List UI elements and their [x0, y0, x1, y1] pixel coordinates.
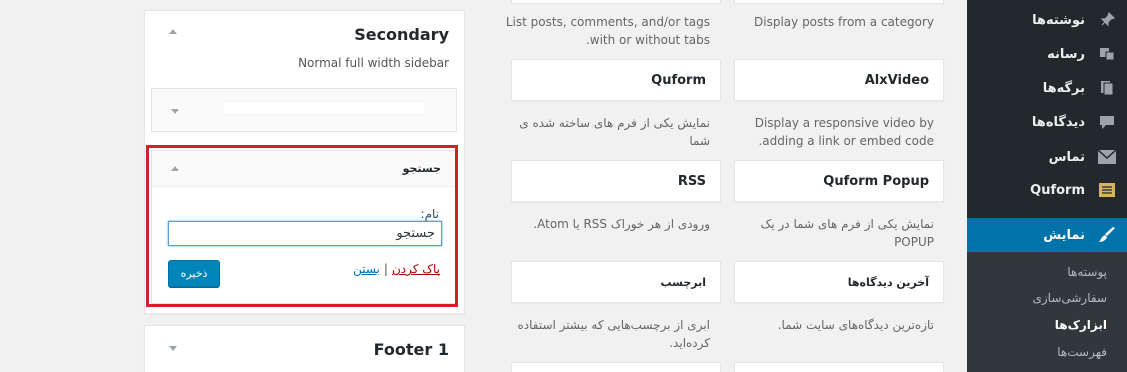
sidebar-footer-1: Footer 1 [144, 325, 465, 372]
menu-item-label: تماس [1048, 149, 1085, 165]
collapse-caret-icon[interactable] [169, 29, 177, 34]
media-icon [1095, 44, 1119, 64]
widget-description: List posts, comments, and/or tags with o… [505, 15, 710, 47]
sidebar-title[interactable]: Footer 1 [374, 340, 449, 359]
widget-description: ورودی از هر خوراک RSS یا Atom. [533, 217, 710, 231]
widget-description: نمایش یکی از فرم های شما در یک POPUP [760, 217, 934, 249]
widget-description: نمایش یکی از فرم های ساخته شده ی شما [519, 116, 710, 148]
submenu-item-customize[interactable]: سفارشی‌سازی [1032, 291, 1107, 305]
widget-card-partial [734, 0, 944, 4]
highlight-box [146, 145, 458, 307]
menu-item-pages[interactable]: برگه‌ها [967, 71, 1127, 105]
widget-description: Display a responsive video by adding a l… [754, 116, 934, 148]
sidebar-description: Normal full width sidebar [298, 56, 449, 70]
menu-item-label: نوشته‌ها [1032, 12, 1085, 28]
widget-description: ابری از برچسب‌هایی که بیشتر استفاده کرده… [517, 318, 710, 350]
appearance-submenu: پوسته‌ها سفارشی‌سازی ابزارک‌ها فهرست‌ها [967, 252, 1127, 372]
widget-alxvideo[interactable]: AlxVideo [734, 59, 944, 101]
expand-caret-icon[interactable] [171, 109, 179, 114]
menu-item-posts[interactable]: نوشته‌ها [967, 3, 1127, 37]
widget-quform[interactable]: Quform [511, 59, 721, 101]
appearance-icon [1095, 225, 1119, 245]
menu-item-label: نمایش [1043, 227, 1085, 243]
widget-card-partial [734, 362, 944, 372]
admin-menu: نوشته‌ها رسانه برگه‌ها دیدگاه‌ها تماس Qu… [959, 0, 1127, 372]
menu-item-appearance[interactable]: نمایش [959, 218, 1127, 252]
menu-item-quform[interactable]: Quform [967, 173, 1127, 207]
quform-icon [1095, 180, 1119, 200]
widget-card-partial [511, 0, 721, 4]
menu-item-label: رسانه [1047, 46, 1085, 62]
widget-title-placeholder [224, 103, 424, 113]
comments-icon [1095, 112, 1119, 132]
menu-item-media[interactable]: رسانه [967, 37, 1127, 71]
menu-item-label: دیدگاه‌ها [1031, 114, 1085, 130]
widget-description: تازه‌ترین دیدگاه‌های سایت شما. [777, 318, 934, 332]
widget-tag-cloud[interactable]: ابرچسب [511, 261, 721, 303]
menu-item-comments[interactable]: دیدگاه‌ها [967, 105, 1127, 139]
menu-item-contact[interactable]: تماس [967, 140, 1127, 174]
pin-icon [1095, 10, 1119, 30]
widget-description: Display posts from a category [754, 15, 934, 29]
expand-caret-icon[interactable] [169, 346, 177, 351]
pages-icon [1095, 78, 1119, 98]
submenu-item-themes[interactable]: پوسته‌ها [1067, 265, 1107, 279]
widget-rss[interactable]: RSS [511, 160, 721, 202]
current-menu-arrow [959, 227, 967, 243]
widget-recent-comments[interactable]: آخرین دیدگاه‌ها [734, 261, 944, 303]
menu-item-label: Quform [1030, 182, 1085, 198]
widget-quform-popup[interactable]: Quform Popup [734, 160, 944, 202]
menu-item-label: برگه‌ها [1042, 80, 1085, 96]
submenu-item-widgets[interactable]: ابزارک‌ها [1055, 318, 1107, 332]
mail-icon [1095, 147, 1119, 167]
sidebar-title[interactable]: Secondary [354, 25, 449, 44]
sidebar-widget-collapsed[interactable] [151, 88, 457, 132]
submenu-item-menus[interactable]: فهرست‌ها [1057, 345, 1107, 359]
widget-card-partial [511, 362, 721, 372]
